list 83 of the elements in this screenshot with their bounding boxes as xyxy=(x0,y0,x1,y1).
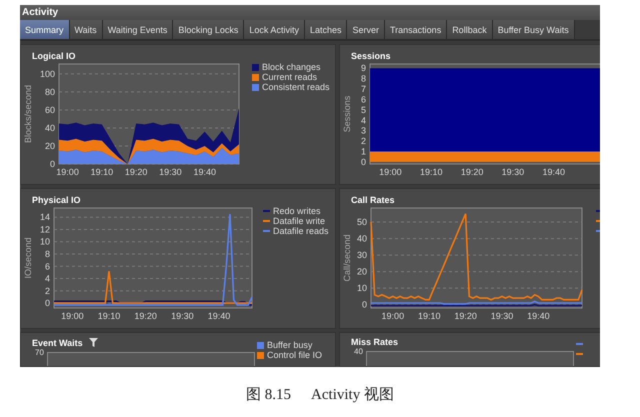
axis-tick-label: 0 xyxy=(362,300,367,310)
axis-tick-label: 2 xyxy=(360,136,366,146)
axis-tick-label: 3 xyxy=(360,126,366,136)
axis-tick-label: 19:40 xyxy=(208,311,230,321)
axis-tick-label: 19:30 xyxy=(490,311,514,321)
axis-tick-label: 19:00 xyxy=(379,167,402,177)
axis-tick-label: 0 xyxy=(50,159,55,169)
tab[interactable]: Waits xyxy=(70,20,103,39)
legend-label: Consistent reads xyxy=(262,82,330,92)
axis-tick-label: 8 xyxy=(44,249,50,259)
axis-tick-label: 1 xyxy=(360,146,366,156)
axis-tick-label: 19:30 xyxy=(171,311,194,321)
axis-tick-label: 80 xyxy=(44,86,55,97)
tab[interactable]: Latches xyxy=(304,20,348,39)
axis-tick-label: 40 xyxy=(44,122,55,133)
axis-tick-label: 7 xyxy=(360,84,366,94)
axis-tick-label: 12 xyxy=(40,224,50,234)
axis-tick-label: 8 xyxy=(360,74,366,84)
figure-number: 图 8.15 xyxy=(246,386,292,404)
axis-tick-label: 19:00 xyxy=(382,311,404,321)
axis-label: IO/second xyxy=(23,237,33,279)
axis-label: Call/second xyxy=(342,234,352,282)
tab[interactable]: Rollback xyxy=(447,20,493,39)
axis-tick-label: 10 xyxy=(356,283,367,294)
axis-tick-label: 19:10 xyxy=(98,311,120,321)
axis-tick-label: 9 xyxy=(360,63,366,74)
axis-tick-label: 19:40 xyxy=(542,167,566,177)
tab[interactable]: Summary xyxy=(20,20,70,39)
tab[interactable]: Buffer Busy Waits xyxy=(492,20,575,39)
axis-tick-label: 70 xyxy=(35,348,44,357)
axis-tick-label: 10 xyxy=(40,236,50,247)
axis-tick-label: 100 xyxy=(40,68,55,79)
tab[interactable]: Waiting Events xyxy=(102,20,174,39)
axis-label: Blocks/second xyxy=(23,84,33,144)
axis-tick-label: 0 xyxy=(360,156,366,167)
axis-tick-label: 30 xyxy=(356,250,367,260)
legend-label: Datafile write xyxy=(273,216,326,226)
legend-label: Redo writes xyxy=(273,206,321,216)
figure-caption: Activity 视图 xyxy=(311,386,394,404)
axis-tick-label: 0 xyxy=(44,298,50,308)
axis-tick-label: 40 xyxy=(356,234,367,244)
legend-label: Block changes xyxy=(262,62,321,72)
axis-tick-label: 50 xyxy=(356,217,367,228)
legend-label: Buffer busy xyxy=(267,340,312,350)
axis-tick-label: 19:40 xyxy=(527,311,550,321)
axis-tick-label: 19:30 xyxy=(502,167,524,177)
panel-title: Logical IO xyxy=(32,50,76,60)
legend-label: Current reads xyxy=(262,72,318,82)
axis-tick-label: 20 xyxy=(356,266,367,277)
tab[interactable]: Lock Activity xyxy=(244,20,305,39)
axis-tick-label: 40 xyxy=(354,347,363,356)
panel-title: Call Rates xyxy=(351,194,395,204)
tab[interactable]: Transactions xyxy=(385,20,448,39)
legend-label: Datafile reads xyxy=(273,226,329,236)
axis-tick-label: 20 xyxy=(44,140,55,151)
axis-tick-label: 19:10 xyxy=(418,311,440,321)
axis-tick-label: 2 xyxy=(44,286,50,296)
axis-tick-label: 19:20 xyxy=(460,167,484,177)
window-title: Activity xyxy=(20,5,600,20)
tab[interactable]: Blocking Locks xyxy=(173,20,244,39)
axis-tick-label: 19:20 xyxy=(454,311,477,321)
axis-tick-label: 6 xyxy=(44,261,50,272)
axis-tick-label: 4 xyxy=(44,274,50,284)
legend-label: Control file IO xyxy=(267,350,322,360)
axis-tick-label: 14 xyxy=(40,212,50,222)
axis-tick-label: 19:10 xyxy=(420,167,443,177)
panel-title: Event Waits xyxy=(32,338,83,348)
axis-tick-label: 5 xyxy=(360,104,366,115)
axis-tick-label: 6 xyxy=(360,94,366,104)
axis-label: Sessions xyxy=(342,96,352,132)
axis-tick-label: 60 xyxy=(44,104,55,115)
axis-tick-label: 19:40 xyxy=(193,167,216,177)
tab[interactable]: Server xyxy=(347,20,385,39)
axis-tick-label: 19:10 xyxy=(90,167,114,177)
panel-title: Physical IO xyxy=(32,194,81,204)
axis-tick-label: 4 xyxy=(360,115,366,126)
panel-title: Miss Rates xyxy=(351,337,398,347)
axis-tick-label: 19:00 xyxy=(56,167,79,177)
axis-tick-label: 19:20 xyxy=(134,311,157,321)
axis-tick-label: 19:20 xyxy=(124,167,148,177)
axis-tick-label: 19:30 xyxy=(159,167,182,177)
panel-title: Sessions xyxy=(351,50,391,60)
axis-tick-label: 19:00 xyxy=(61,311,84,321)
